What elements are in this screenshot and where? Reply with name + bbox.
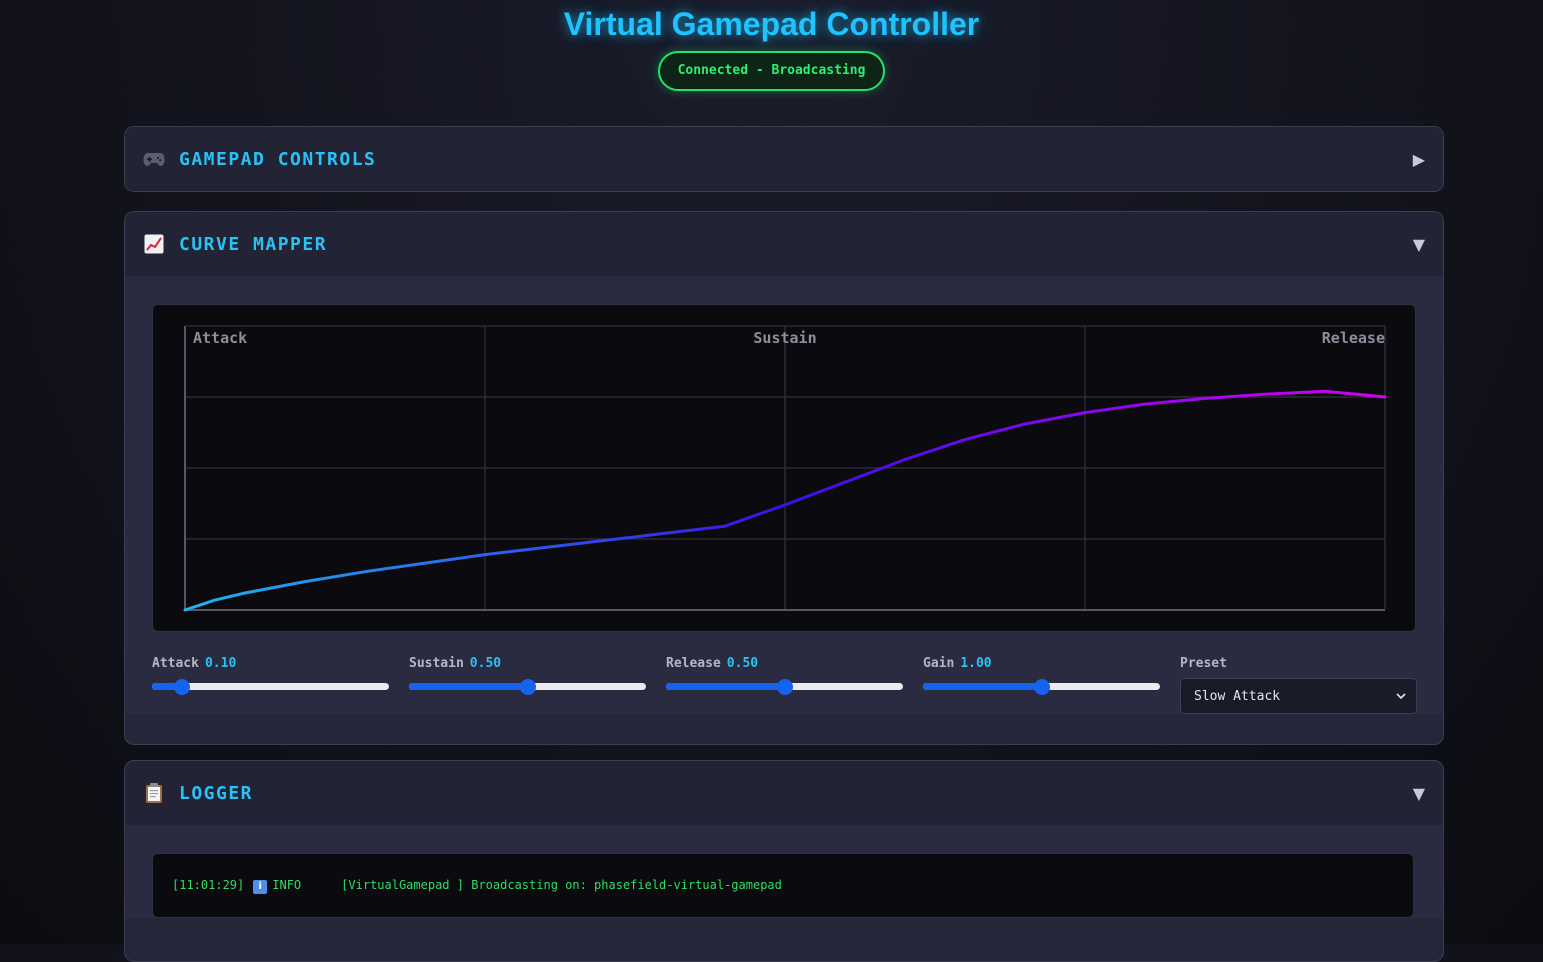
logger-title: LOGGER [179,782,254,804]
log-output: [11:01:29] i INFO [VirtualGamepad ] Broadca… [152,853,1414,918]
collapse-arrow-icon[interactable]: ▼ [1413,784,1425,803]
curve-chart-svg: Attack Sustain Release [183,325,1387,612]
sustain-slider-thumb[interactable] [519,679,536,695]
preset-control: Preset Slow Attack [1180,656,1417,714]
page-title: Virtual Gamepad Controller [563,6,980,42]
release-slider[interactable] [666,678,903,696]
chart-increasing-icon [143,233,165,255]
log-level: INFO [272,877,302,892]
log-source: [VirtualGamepad ] [341,877,464,892]
gain-slider-thumb[interactable] [1033,679,1050,695]
gain-slider[interactable] [923,678,1160,696]
release-slider-thumb[interactable] [776,679,793,695]
attack-slider[interactable] [152,678,389,696]
phase-label-release: Release [1322,329,1385,347]
phase-label-attack: Attack [193,329,247,347]
chevron-down-icon [1396,689,1406,704]
log-entry: [11:01:29] i INFO [VirtualGamepad ] Broadca… [172,878,782,894]
logger-panel: LOGGER ▼ [11:01:29] i INFO [VirtualGamepad … [124,760,1444,962]
sustain-label: Sustain [409,656,464,671]
curve-mapper-panel-header[interactable]: CURVE MAPPER ▼ [125,212,1443,276]
gamepad-controls-panel-header[interactable]: GAMEPAD CONTROLS ▶ [125,127,1443,191]
gain-value: 1.00 [960,656,992,671]
log-timestamp: [11:01:29] [172,877,245,892]
log-message: Broadcasting on: phasefield-virtual-game… [471,877,782,892]
attack-label: Attack [152,656,199,671]
release-control: Release 0.50 [666,656,903,714]
preset-selected-value: Slow Attack [1194,688,1281,704]
preset-select[interactable]: Slow Attack [1180,678,1417,714]
curve-mapper-title: CURVE MAPPER [179,233,328,255]
preset-label: Preset [1180,656,1227,671]
clipboard-icon [143,782,165,804]
app-header: Virtual Gamepad Controller Connected - B… [0,0,1543,91]
gain-control: Gain 1.00 [923,656,1160,714]
info-icon: i [253,879,268,894]
sustain-control: Sustain 0.50 [409,656,646,714]
expand-arrow-icon[interactable]: ▶ [1413,150,1425,169]
gain-label: Gain [923,656,955,671]
curve-chart: Attack Sustain Release [152,304,1416,632]
attack-slider-thumb[interactable] [174,679,191,695]
gamepad-icon [143,148,165,170]
connection-status-badge: Connected - Broadcasting [657,51,886,91]
curve-mapper-panel: CURVE MAPPER ▼ Attack Sustain Release Atta… [124,211,1444,745]
phase-label-sustain: Sustain [753,329,816,347]
attack-value: 0.10 [204,656,237,671]
logger-panel-header[interactable]: LOGGER ▼ [125,761,1443,825]
collapse-arrow-icon[interactable]: ▼ [1413,235,1425,254]
release-value: 0.50 [726,656,759,671]
attack-control: Attack 0.10 [152,656,389,714]
logger-body: [11:01:29] i INFO [VirtualGamepad ] Broadca… [125,825,1443,918]
curve-controls-row: Attack 0.10 Sustain 0.50 Release 0.50 Ga… [152,656,1417,714]
release-label: Release [666,656,721,671]
gamepad-controls-title: GAMEPAD CONTROLS [179,148,377,170]
curve-mapper-body: Attack Sustain Release Attack 0.10 Sustain 0… [125,276,1443,714]
sustain-value: 0.50 [469,656,502,671]
gamepad-controls-panel: GAMEPAD CONTROLS ▶ [124,126,1444,192]
sustain-slider[interactable] [409,678,646,696]
